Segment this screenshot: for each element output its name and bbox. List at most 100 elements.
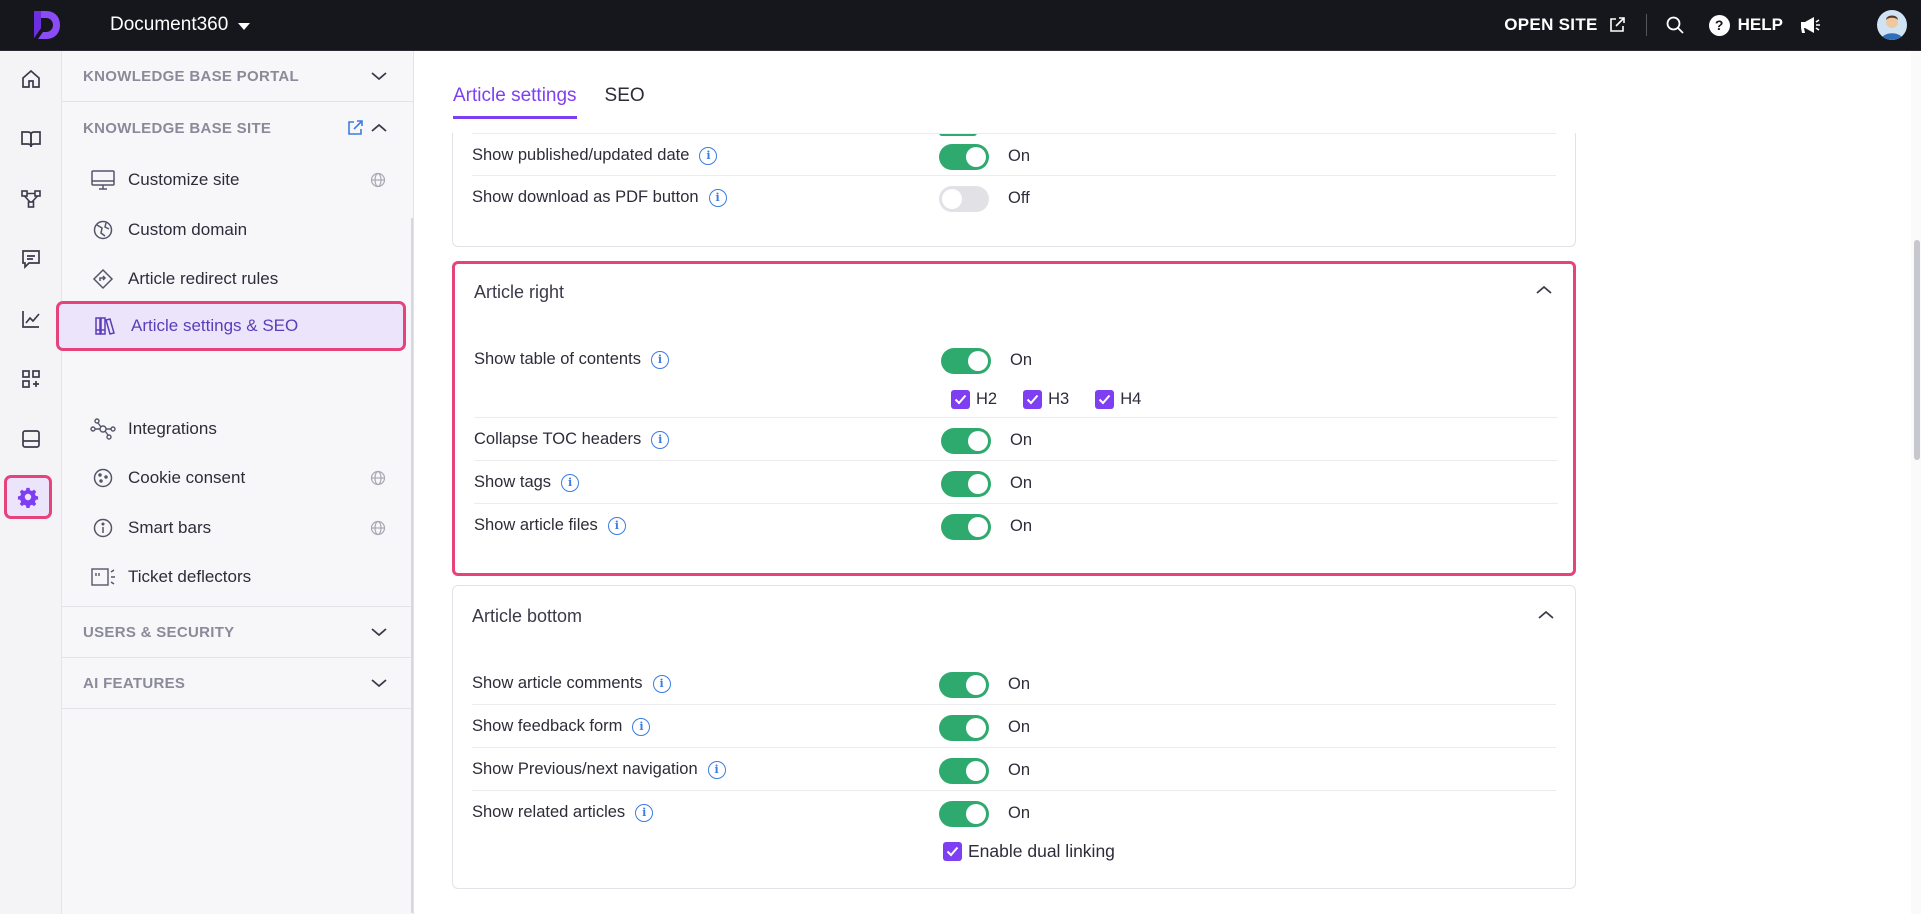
toggle-collapse-toc[interactable] [941, 428, 991, 454]
heading-checkboxes: H2 H3 H4 [951, 390, 1141, 409]
toggle-article-comments[interactable] [939, 672, 989, 698]
setting-row: Show tags i On [474, 461, 1558, 504]
setting-label: Show feedback form [472, 717, 623, 735]
checkbox-dual-linking[interactable]: Enable dual linking [943, 841, 1115, 862]
toggle-state: On [1010, 517, 1033, 535]
toggle-related-articles[interactable] [939, 801, 989, 827]
checkbox-h2[interactable]: H2 [951, 390, 997, 409]
ticket-icon [90, 564, 116, 590]
toggle-show-tags[interactable] [941, 471, 991, 497]
nav-section-kb-site[interactable]: KNOWLEDGE BASE SITE [62, 102, 414, 154]
nav-item-label: Article redirect rules [128, 269, 279, 288]
workflow-icon[interactable] [13, 181, 49, 217]
chevron-up-icon[interactable] [1535, 284, 1553, 296]
cookie-icon [90, 465, 116, 491]
book-icon[interactable] [13, 121, 49, 157]
apps-icon[interactable] [13, 361, 49, 397]
checkmark-icon [1095, 390, 1115, 409]
nav-item-custom-domain[interactable]: Custom domain [90, 210, 390, 250]
nav-section-users-security[interactable]: USERS & SECURITY [62, 607, 414, 657]
checkbox-h3[interactable]: H3 [1023, 390, 1069, 409]
document360-logo-icon[interactable] [28, 7, 64, 43]
domain-icon [90, 217, 116, 243]
toggle-article-files[interactable] [941, 514, 991, 540]
settings-card-top: Show published/updated date i On Show dow… [452, 133, 1576, 247]
help-button[interactable]: ? HELP [1708, 14, 1783, 36]
toggle-state: On [1008, 804, 1031, 822]
nav-item-ticket-deflectors[interactable]: Ticket deflectors [90, 557, 390, 597]
chevron-down-icon [371, 679, 387, 688]
nav-item-label: Article settings & SEO [131, 316, 299, 335]
toggle-download-pdf[interactable] [939, 186, 989, 212]
toggle-state: Off [1008, 189, 1030, 207]
nav-scrollbar[interactable] [411, 218, 413, 913]
nav-item-integrations[interactable]: Integrations [90, 409, 390, 449]
dual-linking-option: Enable dual linking [943, 841, 1115, 862]
main-scrollbar-thumb[interactable] [1914, 240, 1920, 460]
nav-item-label: Cookie consent [128, 468, 246, 487]
setting-label: Show download as PDF button [472, 188, 699, 206]
setting-row: Collapse TOC headers i On [474, 418, 1558, 461]
integrations-icon [90, 416, 116, 442]
toggle-prev-next-navigation[interactable] [939, 758, 989, 784]
info-icon[interactable]: i [632, 717, 651, 736]
nav-section-ai-features[interactable]: AI FEATURES [62, 658, 414, 708]
chevron-down-icon [371, 628, 387, 637]
nav-section-label: KNOWLEDGE BASE SITE [83, 119, 272, 137]
nav-item-label: Smart bars [128, 518, 212, 537]
setting-label: Show Previous/next navigation [472, 760, 698, 778]
toggle-table-of-contents[interactable] [941, 348, 991, 374]
tab-article-settings[interactable]: Article settings [453, 85, 577, 119]
help-icon: ? [1708, 14, 1730, 36]
nav-section-kb-portal[interactable]: KNOWLEDGE BASE PORTAL [62, 51, 414, 101]
info-icon[interactable]: i [708, 188, 727, 207]
avatar[interactable] [1877, 10, 1907, 40]
toggle-feedback-form[interactable] [939, 715, 989, 741]
toggle-state: On [1008, 718, 1031, 736]
search-icon[interactable] [1665, 15, 1685, 35]
help-label: HELP [1737, 15, 1783, 34]
nav-item-smart-bars[interactable]: Smart bars [90, 508, 390, 548]
setting-label: Show related articles [472, 803, 626, 821]
info-icon[interactable]: i [707, 760, 726, 779]
settings-icon[interactable] [4, 475, 52, 519]
nav-item-cookie-consent[interactable]: Cookie consent [90, 458, 390, 498]
toggle-state: On [1008, 761, 1031, 779]
analytics-icon[interactable] [13, 301, 49, 337]
info-icon[interactable]: i [650, 350, 669, 369]
checkbox-h4[interactable]: H4 [1095, 390, 1141, 409]
globe-icon [370, 470, 386, 486]
setting-label: Show article files [474, 516, 598, 534]
divider [62, 708, 414, 709]
home-icon[interactable] [13, 61, 49, 97]
external-link-icon[interactable] [346, 119, 364, 137]
project-selector[interactable]: Document360 [110, 14, 251, 36]
tab-seo[interactable]: SEO [605, 85, 645, 119]
toggle-state: On [1008, 147, 1031, 165]
nav-item-article-redirect-rules[interactable]: Article redirect rules [90, 259, 390, 299]
setting-row: Show related articles i On Enable dual li… [472, 791, 1556, 871]
widget-icon[interactable] [13, 421, 49, 457]
setting-row: Show article files i On [474, 504, 1558, 547]
info-icon[interactable]: i [561, 473, 580, 492]
open-site-button[interactable]: OPEN SITE [1504, 15, 1625, 35]
chevron-up-icon[interactable] [1537, 609, 1555, 621]
nav-item-label: Custom domain [128, 220, 248, 239]
megaphone-icon[interactable] [1799, 15, 1821, 35]
setting-label: Show table of contents [474, 350, 641, 368]
info-icon[interactable]: i [635, 803, 654, 822]
setting-row: Show download as PDF button i Off [472, 176, 1556, 219]
caret-down-icon [238, 22, 251, 30]
card-title: Article right [474, 282, 565, 302]
info-icon[interactable]: i [699, 146, 718, 165]
info-icon[interactable]: i [652, 674, 671, 693]
setting-label: Show tags [474, 473, 552, 491]
toggle-published-date[interactable] [939, 144, 989, 170]
info-icon[interactable]: i [651, 430, 670, 449]
checkbox-label: H4 [1120, 390, 1142, 408]
nav-item-article-settings-seo[interactable]: Article settings & SEO [56, 301, 406, 351]
setting-label: Show published/updated date [472, 146, 690, 164]
feedback-icon[interactable] [13, 241, 49, 277]
nav-item-customize-site[interactable]: Customize site [90, 160, 390, 200]
info-icon[interactable]: i [607, 516, 626, 535]
